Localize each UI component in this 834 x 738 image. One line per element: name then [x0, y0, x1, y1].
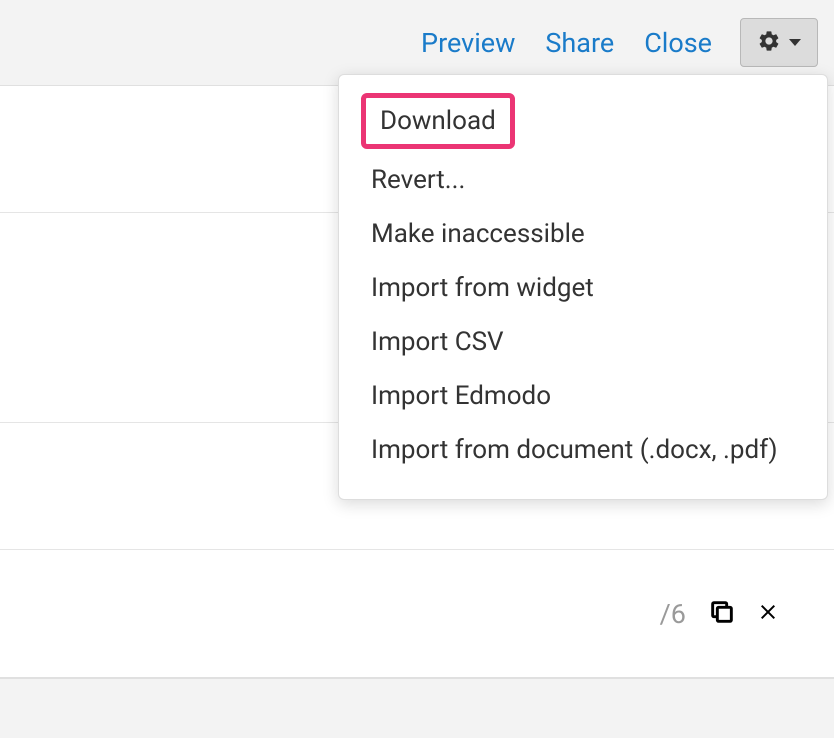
share-link[interactable]: Share	[535, 27, 624, 59]
bottom-bar	[0, 678, 834, 738]
content-row: /6	[0, 550, 834, 677]
settings-button[interactable]	[740, 18, 818, 67]
dropdown-item-make-inaccessible[interactable]: Make inaccessible	[361, 207, 805, 261]
score-label: /6	[660, 598, 686, 630]
dropdown-item-import-document[interactable]: Import from document (.docx, .pdf)	[361, 423, 805, 477]
dropdown-item-revert[interactable]: Revert...	[361, 153, 805, 207]
chevron-down-icon	[789, 39, 801, 46]
gear-icon	[757, 29, 781, 56]
copy-icon[interactable]	[708, 598, 736, 630]
toolbar: Preview Share Close	[0, 0, 834, 85]
dropdown-item-import-csv[interactable]: Import CSV	[361, 315, 805, 369]
dropdown-item-import-widget[interactable]: Import from widget	[361, 261, 805, 315]
preview-link[interactable]: Preview	[411, 27, 525, 59]
settings-dropdown: Download Revert... Make inaccessible Imp…	[338, 74, 828, 500]
close-link[interactable]: Close	[634, 27, 722, 59]
dropdown-item-download[interactable]: Download	[361, 93, 515, 149]
delete-icon[interactable]	[756, 600, 780, 628]
dropdown-item-import-edmodo[interactable]: Import Edmodo	[361, 369, 805, 423]
